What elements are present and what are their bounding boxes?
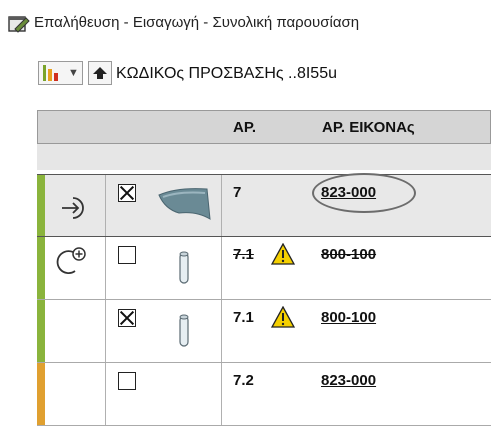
table-row[interactable]: 7.1 800-100: [37, 300, 491, 363]
app-window-icon: [8, 16, 30, 33]
status-stripe: [37, 175, 45, 236]
position-number: 7: [233, 184, 242, 201]
window-title: Επαλήθευση - Εισαγωγή - Συνολική παρουσί…: [34, 14, 360, 31]
add-refresh-icon[interactable]: [55, 245, 89, 275]
table-header: ΑΡ. ΑΡ. ΕΙΚΟΝΑς: [37, 110, 491, 144]
pin-thumbnail: [179, 251, 189, 284]
table-row[interactable]: 7.2 823-000: [37, 363, 491, 426]
position-number: 7.1: [233, 309, 254, 326]
toolbar: ▼ ΚΩΔΙΚΟς ΠΡΟΣΒΑΣΗς ..8I55u: [0, 48, 491, 98]
view-menu-button[interactable]: ▼: [38, 61, 83, 85]
group-row: [37, 144, 491, 170]
back-arrow-icon: [93, 67, 107, 79]
parts-table: ΑΡ. ΑΡ. ΕΙΚΟΝΑς 7 823-000 7.1 800-100 7.…: [37, 110, 491, 426]
body-panel-thumbnail: [158, 188, 211, 220]
highlight-ellipse: [312, 173, 416, 213]
chevron-down-icon: ▼: [68, 67, 79, 79]
warning-icon: [271, 306, 295, 328]
breadcrumb: ΚΩΔΙΚΟς ΠΡΟΣΒΑΣΗς ..8I55u: [116, 65, 337, 82]
back-button[interactable]: [88, 61, 112, 85]
row-checkbox[interactable]: [118, 184, 136, 202]
table-row[interactable]: 7 823-000: [37, 173, 491, 237]
row-checkbox[interactable]: [118, 246, 136, 264]
status-stripe: [37, 300, 45, 362]
row-checkbox[interactable]: [118, 309, 136, 327]
row-checkbox[interactable]: [118, 372, 136, 390]
column-header-pos[interactable]: ΑΡ.: [233, 119, 256, 136]
part-number-link[interactable]: 800-100: [321, 309, 376, 326]
position-number: 7.1: [233, 246, 254, 263]
warning-icon: [271, 243, 295, 265]
column-header-part-no[interactable]: ΑΡ. ΕΙΚΟΝΑς: [322, 119, 415, 136]
pin-thumbnail: [179, 314, 189, 347]
bar-chart-icon: [43, 65, 58, 81]
part-number-link[interactable]: 800-100: [321, 246, 376, 263]
status-stripe: [37, 363, 45, 425]
title-bar: Επαλήθευση - Εισαγωγή - Συνολική παρουσί…: [0, 0, 491, 48]
table-row[interactable]: 7.1 800-100: [37, 237, 491, 300]
status-stripe: [37, 237, 45, 299]
enter-arrow-icon[interactable]: [59, 195, 89, 221]
